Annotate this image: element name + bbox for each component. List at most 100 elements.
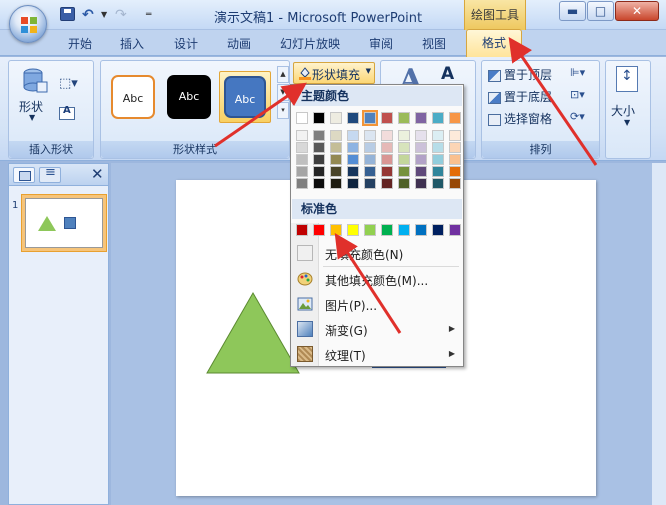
theme-color-swatch[interactable] — [362, 110, 378, 126]
standard-color-swatch[interactable] — [432, 224, 444, 236]
size-icon[interactable] — [616, 66, 638, 92]
theme-shade-swatch[interactable] — [415, 166, 427, 177]
maximize-button[interactable]: □ — [587, 1, 614, 21]
standard-color-swatch[interactable] — [398, 224, 410, 236]
theme-shade-swatch[interactable] — [398, 154, 410, 165]
shape-style-black[interactable]: Abc — [163, 71, 215, 123]
theme-shade-swatch[interactable] — [449, 142, 461, 153]
send-to-back-button[interactable]: 置于底层 — [488, 88, 552, 105]
theme-shade-swatch[interactable] — [398, 166, 410, 177]
theme-color-swatch[interactable] — [347, 112, 359, 124]
undo-dropdown-icon[interactable]: ▼ — [101, 7, 109, 23]
standard-color-swatch[interactable] — [347, 224, 359, 236]
theme-color-swatch[interactable] — [330, 112, 342, 124]
theme-color-swatch[interactable] — [398, 112, 410, 124]
theme-shade-swatch[interactable] — [364, 130, 376, 141]
theme-shade-swatch[interactable] — [330, 154, 342, 165]
text-fill-icon[interactable]: A — [441, 64, 454, 84]
chevron-down-icon[interactable]: ▼ — [624, 118, 630, 127]
theme-shade-swatch[interactable] — [449, 130, 461, 141]
outline-tab-icon[interactable] — [39, 165, 61, 183]
tab-review[interactable]: 审阅 — [369, 35, 393, 52]
theme-shade-swatch[interactable] — [296, 178, 308, 189]
theme-shade-swatch[interactable] — [330, 142, 342, 153]
theme-shade-swatch[interactable] — [330, 178, 342, 189]
theme-shade-swatch[interactable] — [330, 166, 342, 177]
theme-shade-swatch[interactable] — [449, 178, 461, 189]
theme-shade-swatch[interactable] — [364, 166, 376, 177]
theme-shade-swatch[interactable] — [347, 142, 359, 153]
shapes-icon[interactable] — [22, 67, 48, 95]
theme-shade-swatch[interactable] — [313, 130, 325, 141]
standard-color-swatch[interactable] — [381, 224, 393, 236]
theme-shade-swatch[interactable] — [432, 154, 444, 165]
theme-shade-swatch[interactable] — [432, 130, 444, 141]
no-fill-item[interactable]: 无填充颜色(N) — [291, 241, 463, 265]
theme-shade-swatch[interactable] — [381, 166, 393, 177]
theme-color-swatch[interactable] — [415, 112, 427, 124]
theme-shade-swatch[interactable] — [313, 142, 325, 153]
tab-format[interactable]: 格式 — [466, 29, 522, 57]
gallery-up-icon[interactable]: ▲ — [277, 66, 289, 83]
undo-icon[interactable]: ↶ — [82, 7, 100, 23]
tab-home[interactable]: 开始 — [68, 35, 92, 52]
selection-pane-button[interactable]: 选择窗格 — [488, 110, 552, 127]
theme-shade-swatch[interactable] — [381, 178, 393, 189]
standard-color-swatch[interactable] — [415, 224, 427, 236]
bring-to-front-button[interactable]: 置于顶层 — [488, 66, 552, 83]
theme-shade-swatch[interactable] — [347, 154, 359, 165]
theme-shade-swatch[interactable] — [398, 178, 410, 189]
theme-color-swatch[interactable] — [296, 112, 308, 124]
slides-tab-icon[interactable] — [13, 167, 35, 183]
gradient-item[interactable]: 渐变(G) ▶ — [291, 317, 463, 341]
theme-color-swatch[interactable] — [313, 112, 325, 124]
standard-color-swatch[interactable] — [449, 224, 461, 236]
slide-thumbnail[interactable] — [21, 194, 107, 252]
theme-color-swatch[interactable] — [381, 112, 393, 124]
gallery-more-icon[interactable]: ▾ — [277, 102, 289, 119]
theme-shade-swatch[interactable] — [296, 154, 308, 165]
edit-shape-icon[interactable]: ⬚▾ — [59, 76, 78, 91]
theme-shade-swatch[interactable] — [398, 130, 410, 141]
theme-shade-swatch[interactable] — [313, 154, 325, 165]
tab-insert[interactable]: 插入 — [120, 35, 144, 52]
theme-shade-swatch[interactable] — [313, 166, 325, 177]
vertical-scrollbar[interactable] — [651, 163, 666, 505]
tab-animation[interactable]: 动画 — [227, 35, 251, 52]
tab-view[interactable]: 视图 — [422, 35, 446, 52]
align-icon[interactable]: ⊫▾ — [570, 66, 594, 82]
shape-style-blue[interactable]: Abc — [219, 71, 271, 123]
shape-style-orange-outline[interactable]: Abc — [107, 71, 159, 123]
close-button[interactable]: ✕ — [615, 1, 659, 21]
theme-shade-swatch[interactable] — [296, 142, 308, 153]
standard-color-swatch[interactable] — [296, 224, 308, 236]
gallery-down-icon[interactable]: ▼ — [277, 84, 289, 101]
theme-shade-swatch[interactable] — [449, 166, 461, 177]
more-fill-colors-item[interactable]: 其他填充颜色(M)... — [291, 267, 463, 291]
customize-toolbar-icon[interactable]: ═ — [146, 7, 156, 23]
theme-shade-swatch[interactable] — [449, 154, 461, 165]
group-icon[interactable]: ⊡▾ — [570, 88, 594, 104]
theme-shade-swatch[interactable] — [313, 178, 325, 189]
size-button[interactable]: 大小 — [611, 102, 635, 119]
theme-shade-swatch[interactable] — [415, 154, 427, 165]
tab-design[interactable]: 设计 — [174, 35, 198, 52]
theme-shade-swatch[interactable] — [364, 178, 376, 189]
tab-slideshow[interactable]: 幻灯片放映 — [280, 35, 340, 52]
theme-shade-swatch[interactable] — [381, 154, 393, 165]
chevron-down-icon[interactable]: ▼ — [29, 113, 35, 122]
theme-shade-swatch[interactable] — [364, 154, 376, 165]
theme-shade-swatch[interactable] — [296, 130, 308, 141]
theme-shade-swatch[interactable] — [432, 142, 444, 153]
theme-shade-swatch[interactable] — [364, 142, 376, 153]
triangle-shape[interactable] — [206, 292, 300, 374]
theme-shade-swatch[interactable] — [330, 130, 342, 141]
theme-shade-swatch[interactable] — [347, 166, 359, 177]
theme-shade-swatch[interactable] — [415, 130, 427, 141]
rotate-icon[interactable]: ⟳▾ — [570, 110, 594, 126]
theme-shade-swatch[interactable] — [381, 130, 393, 141]
minimize-button[interactable]: ▬ — [559, 1, 586, 21]
theme-color-swatch[interactable] — [449, 112, 461, 124]
textbox-icon[interactable] — [59, 105, 75, 120]
theme-shade-swatch[interactable] — [432, 166, 444, 177]
